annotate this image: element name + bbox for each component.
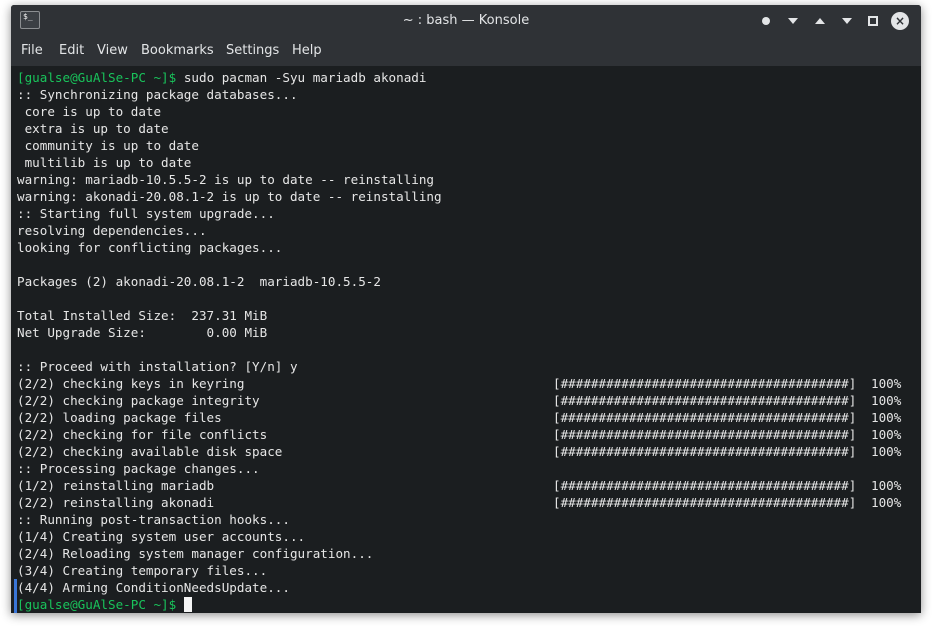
output-line: warning: akonadi-20.08.1-2 is up to date… <box>17 189 442 204</box>
progress-percent: 100% <box>871 410 902 425</box>
output-line: (2/2) checking keys in keyring <box>17 376 245 391</box>
output-line: Net Upgrade Size: 0.00 MiB <box>17 325 268 340</box>
output-line: core is up to date <box>17 104 162 119</box>
menu-bookmarks[interactable]: Bookmarks <box>141 43 214 58</box>
progress-bar: [######################################] <box>553 495 857 510</box>
progress-percent: 100% <box>871 495 902 510</box>
output-line: :: Running post-transaction hooks... <box>17 512 290 527</box>
chevron-up-icon <box>815 18 825 24</box>
chevron-down-icon <box>788 18 798 24</box>
output-line: :: Proceed with installation? [Y/n] y <box>17 359 298 374</box>
output-line: resolving dependencies... <box>17 223 207 238</box>
output-line: warning: mariadb-10.5.5-2 is up to date … <box>17 172 435 187</box>
progress-bar: [######################################] <box>553 393 857 408</box>
output-line: (2/2) checking available disk space <box>17 444 283 459</box>
progress-bar: [######################################] <box>553 478 857 493</box>
konsole-window: $_ ~ : bash — Konsole × File Edit View B… <box>11 5 921 613</box>
terminal-output[interactable]: [gualse@GuAlSe-PC ~]$ sudo pacman -Syu m… <box>11 66 921 613</box>
minimize-button[interactable] <box>837 11 857 31</box>
menu-edit[interactable]: Edit <box>59 43 84 58</box>
output-line: Total Installed Size: 237.31 MiB <box>17 308 268 323</box>
command-text: sudo pacman -Syu mariadb akonadi <box>176 70 427 85</box>
progress-percent: 100% <box>871 427 902 442</box>
output-line: :: Synchronizing package databases... <box>17 87 298 102</box>
maximize-button[interactable] <box>863 11 883 31</box>
output-line: community is up to date <box>17 138 199 153</box>
output-line: (2/2) checking for file conflicts <box>17 427 268 442</box>
output-line: :: Processing package changes... <box>17 461 260 476</box>
output-line: (4/4) Arming ConditionNeedsUpdate... <box>17 580 290 595</box>
output-line: multilib is up to date <box>17 155 192 170</box>
menu-view[interactable]: View <box>97 43 128 58</box>
progress-percent: 100% <box>871 376 902 391</box>
output-line: looking for conflicting packages... <box>17 240 283 255</box>
output-line: Packages (2) akonadi-20.08.1-2 mariadb-1… <box>17 274 381 289</box>
progress-bar: [######################################] <box>553 427 857 442</box>
command-line: [gualse@GuAlSe-PC ~]$ sudo pacman -Syu m… <box>17 69 426 86</box>
output-line: (3/4) Creating temporary files... <box>17 563 268 578</box>
shell-prompt: [gualse@GuAlSe-PC ~]$ <box>17 597 177 612</box>
menu-settings[interactable]: Settings <box>226 43 279 58</box>
dot-icon <box>762 17 770 25</box>
menu-bar: File Edit View Bookmarks Settings Help <box>11 37 921 66</box>
output-line: :: Starting full system upgrade... <box>17 206 275 221</box>
title-bar[interactable]: $_ ~ : bash — Konsole × <box>11 5 921 37</box>
progress-percent: 100% <box>871 393 902 408</box>
progress-bar: [######################################] <box>553 410 857 425</box>
minimize-icon <box>842 18 852 24</box>
close-icon: × <box>891 12 909 30</box>
progress-bar: [######################################] <box>553 376 857 391</box>
output-line: extra is up to date <box>17 121 169 136</box>
output-line: (1/2) reinstalling mariadb <box>17 478 215 493</box>
progress-bar: [######################################] <box>553 444 857 459</box>
progress-percent: 100% <box>871 478 902 493</box>
final-prompt-line: [gualse@GuAlSe-PC ~]$ <box>17 596 193 613</box>
output-line: (2/2) loading package files <box>17 410 222 425</box>
maximize-icon <box>868 16 878 26</box>
output-line: (1/4) Creating system user accounts... <box>17 529 306 544</box>
shell-prompt: [gualse@GuAlSe-PC ~]$ <box>17 70 177 85</box>
menu-help[interactable]: Help <box>292 43 322 58</box>
output-line: (2/2) reinstalling akonadi <box>17 495 215 510</box>
output-line: (2/4) Reloading system manager configura… <box>17 546 374 561</box>
keep-above-button[interactable] <box>810 11 830 31</box>
keep-below-button[interactable] <box>783 11 803 31</box>
keep-on-all-desktops-button[interactable] <box>756 11 776 31</box>
progress-percent: 100% <box>871 444 902 459</box>
close-button[interactable]: × <box>890 11 910 31</box>
text-cursor <box>184 597 193 612</box>
output-line: (2/2) checking package integrity <box>17 393 260 408</box>
menu-file[interactable]: File <box>21 43 43 58</box>
